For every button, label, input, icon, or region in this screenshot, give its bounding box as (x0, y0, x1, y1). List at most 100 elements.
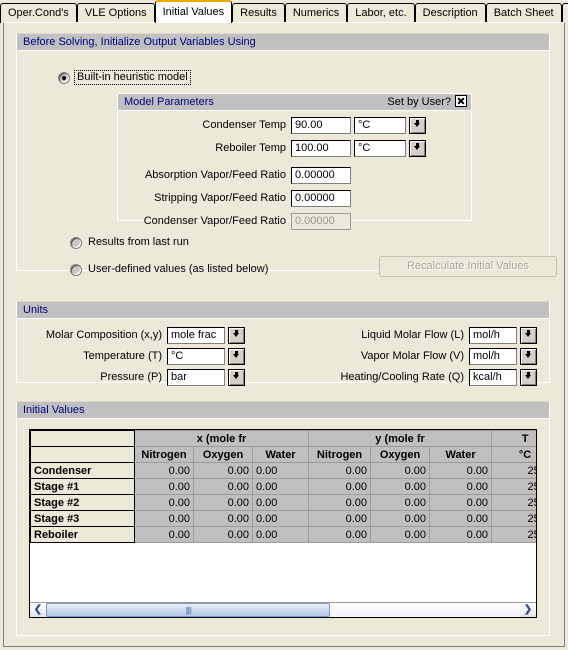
grid-cell[interactable]: 0.00 (193, 478, 253, 495)
grid-cell[interactable]: 0.00 (308, 526, 372, 543)
grid-cell[interactable]: 0.00 (251, 478, 310, 495)
tab-oper-cond-s[interactable]: Oper.Cond's (0, 3, 77, 23)
chevron-down-icon[interactable] (520, 348, 537, 365)
model-param-value-input[interactable]: 100.00 (291, 140, 351, 157)
radio-results-from-last-run[interactable]: Results from last run (70, 236, 189, 249)
radio-results-from-last-run-dot[interactable] (70, 236, 82, 249)
grid-row-header: Stage #3 (30, 510, 135, 527)
grid-cell[interactable]: 0.00 (193, 494, 253, 511)
grid-cell[interactable]: 0.00 (429, 526, 493, 543)
set-by-user-checkbox[interactable] (455, 95, 467, 107)
grid-cell[interactable]: 0.00 (193, 510, 253, 527)
grid-cell[interactable]: 0.00 (308, 510, 372, 527)
units-row: Pressure (P) bar (25, 369, 245, 386)
model-param-value-input: 0.00000 (291, 213, 351, 230)
model-param-value-input[interactable]: 90.00 (291, 117, 351, 134)
grid-cell[interactable]: 0.00 (251, 510, 310, 527)
grid-cell[interactable]: 25.00 (491, 526, 536, 543)
grid-cell[interactable]: 0.00 (134, 510, 194, 527)
grid-cell[interactable]: 25.00 (491, 478, 536, 495)
tab-numerics[interactable]: Numerics (284, 3, 348, 23)
units-group-header: Units (17, 302, 549, 319)
grid-cell[interactable]: 0.00 (134, 478, 194, 495)
model-param-row: Absorption Vapor/Feed Ratio 0.00000 (118, 167, 463, 184)
grid-row-header: Stage #2 (30, 494, 135, 511)
units-combo[interactable]: bar (167, 369, 225, 386)
model-param-row: Condenser Temp 90.00 °C (118, 117, 463, 134)
tab-initial-values[interactable]: Initial Values (154, 0, 233, 23)
chevron-down-icon[interactable] (520, 369, 537, 386)
tab-description[interactable]: Description (414, 3, 486, 23)
grid-column-header: Oxygen (370, 446, 431, 463)
grid-row-header: Reboiler (30, 526, 135, 543)
grid-horizontal-scrollbar[interactable]: ❮ ❯ (30, 602, 536, 617)
table-row: Condenser0.000.000.000.000.000.0025.00 (30, 462, 536, 479)
grid-cell[interactable]: 0.00 (134, 526, 194, 543)
before-solving-group-header: Before Solving, Initialize Output Variab… (17, 34, 549, 51)
tab-labor-etc[interactable]: Labor, etc. (347, 3, 415, 23)
grid-cell[interactable]: 0.00 (370, 478, 431, 495)
chevron-down-icon[interactable] (228, 327, 245, 344)
initial-values-group-header: Initial Values (17, 402, 549, 419)
grid-cell[interactable]: 0.00 (308, 462, 372, 479)
chevron-down-icon[interactable] (409, 117, 426, 134)
scroll-right-arrow-icon[interactable]: ❯ (520, 603, 536, 617)
grid-cell[interactable]: 0.00 (429, 462, 493, 479)
scroll-left-arrow-icon[interactable]: ❮ (30, 603, 46, 617)
chevron-down-icon[interactable] (228, 369, 245, 386)
grid-corner-cell (30, 446, 135, 463)
grid-cell[interactable]: 0.00 (193, 462, 253, 479)
scroll-right-glyph: ❯ (523, 604, 533, 615)
grid-cell[interactable]: 0.00 (251, 462, 310, 479)
grid-cell[interactable]: 25.00 (491, 462, 536, 479)
units-combo[interactable]: kcal/h (469, 369, 517, 386)
initial-values-group: Initial Values x (mole fr y (mole fr T Nitr… (16, 401, 550, 636)
grid-cell[interactable]: 0.00 (251, 494, 310, 511)
units-row-label: Heating/Cooling Rate (Q) (340, 371, 464, 383)
model-param-row: Condenser Vapor/Feed Ratio 0.00000 (118, 213, 463, 230)
model-param-unit-combo[interactable]: °C (354, 117, 406, 134)
chevron-down-icon[interactable] (228, 348, 245, 365)
grid-cell[interactable]: 0.00 (429, 494, 493, 511)
units-combo[interactable]: mole frac (167, 327, 225, 344)
radio-built-in-heuristic-model[interactable]: Built-in heuristic model (58, 70, 191, 85)
model-param-value-input[interactable]: 0.00000 (291, 167, 351, 184)
model-param-unit-combo[interactable]: °C (354, 140, 406, 157)
grid-cell[interactable]: 25.00 (491, 494, 536, 511)
recalculate-initial-values-button[interactable]: Recalculate Initial Values (379, 256, 557, 277)
grid-cell[interactable]: 0.00 (308, 478, 372, 495)
model-param-value-input[interactable]: 0.00000 (291, 190, 351, 207)
tab-vle-options[interactable]: VLE Options (76, 3, 155, 23)
chevron-down-icon[interactable] (520, 327, 537, 344)
scrollbar-track[interactable] (46, 603, 520, 617)
grid-cell[interactable]: 25.00 (491, 510, 536, 527)
units-title: Units (23, 304, 49, 316)
initial-values-grid[interactable]: x (mole fr y (mole fr T Nitrogen Oxygen Water… (30, 430, 536, 543)
chevron-down-icon[interactable] (409, 140, 426, 157)
tab-strip: Oper.Cond's VLE Options Initial Values Resu… (0, 0, 568, 23)
radio-user-defined-values-dot[interactable] (70, 263, 82, 276)
grid-cell[interactable]: 0.00 (193, 526, 253, 543)
grid-cell[interactable]: 0.00 (370, 526, 431, 543)
units-combo[interactable]: mol/h (469, 327, 517, 344)
grid-cell[interactable]: 0.00 (429, 478, 493, 495)
grid-cell[interactable]: 0.00 (370, 510, 431, 527)
grid-cell[interactable]: 0.00 (134, 462, 194, 479)
tab-batch-sheet[interactable]: Batch Sheet (485, 3, 562, 23)
grid-cell[interactable]: 0.00 (251, 526, 310, 543)
tab-schedulin[interactable]: Schedulin (561, 3, 568, 23)
grid-cell[interactable]: 0.00 (134, 494, 194, 511)
grid-cell[interactable]: 0.00 (370, 494, 431, 511)
units-combo[interactable]: °C (167, 348, 225, 365)
scrollbar-thumb[interactable] (46, 603, 331, 617)
tab-results[interactable]: Results (232, 3, 285, 23)
before-solving-title: Before Solving, Initialize Output Variab… (23, 36, 256, 48)
radio-user-defined-values[interactable]: User-defined values (as listed below) (70, 263, 268, 276)
model-param-label: Condenser Vapor/Feed Ratio (143, 215, 286, 227)
units-combo[interactable]: mol/h (469, 348, 517, 365)
grid-cell[interactable]: 0.00 (370, 462, 431, 479)
table-row: Reboiler0.000.000.000.000.000.0025.00 (30, 526, 536, 543)
grid-cell[interactable]: 0.00 (429, 510, 493, 527)
grid-cell[interactable]: 0.00 (308, 494, 372, 511)
radio-built-in-heuristic-model-dot[interactable] (58, 71, 70, 84)
